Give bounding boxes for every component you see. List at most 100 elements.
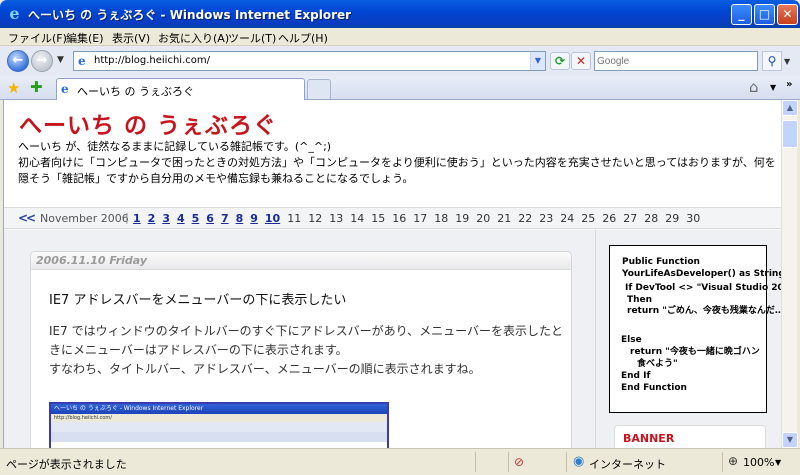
url-field[interactable]: e http://blog.heiichi.com/ ▼ — [73, 51, 546, 71]
calendar-separator: | — [125, 211, 129, 224]
post-title[interactable]: IE7 アドレスバーをメニューバーの下に表示したい — [49, 289, 346, 308]
tab-label: へーいち の うぇぶろぐ — [77, 85, 194, 98]
search-options-dropdown[interactable]: ▼ — [784, 57, 790, 66]
calendar-day: 18 — [434, 212, 449, 225]
blog-post: 2006.11.10 Friday IE7 アドレスバーをメニューバーの下に表示… — [30, 251, 572, 448]
scroll-down-button[interactable]: ▼ — [782, 432, 798, 448]
zoom-level[interactable]: 100% — [743, 456, 774, 469]
calendar-day-link[interactable]: 8 — [236, 212, 244, 225]
window-title: へーいち の うぇぶろぐ - Windows Internet Explorer — [28, 8, 352, 22]
menu-file[interactable]: ファイル(F) — [8, 30, 67, 46]
banner-heading: BANNER — [623, 432, 675, 445]
calendar-day-link[interactable]: 7 — [221, 212, 229, 225]
calendar-day: 26 — [602, 212, 617, 225]
forward-arrow-icon: → — [36, 53, 48, 68]
status-bar: ページが表示されました ⊘ ◉ インターネット ⊕ 100% ▼ — [0, 448, 800, 475]
url-dropdown-button[interactable]: ▼ — [530, 52, 545, 70]
menu-favorites[interactable]: お気に入り(A) — [158, 30, 229, 46]
code-line: End Function — [621, 383, 687, 393]
maximize-button[interactable]: □ — [754, 4, 775, 25]
scroll-thumb[interactable] — [782, 120, 798, 148]
calendar-day: 28 — [644, 212, 659, 225]
calendar-day: 15 — [371, 212, 386, 225]
title-bar[interactable]: e へーいち の うぇぶろぐ - Windows Internet Explor… — [0, 0, 800, 28]
banner-box: BANNER — [614, 425, 766, 448]
code-line: Else — [621, 335, 642, 345]
scroll-up-button[interactable]: ▲ — [782, 100, 798, 116]
description-line: へーいち が、徒然なるままに記録している雑記帳です。(^_^;) — [18, 140, 332, 153]
code-line: YourLifeAsDeveloper() as String — [622, 269, 781, 279]
forward-button[interactable]: → — [31, 50, 53, 72]
tab-blog[interactable]: e へーいち の うぇぶろぐ — [56, 78, 305, 100]
status-divider — [508, 452, 509, 472]
thumb-url: http://blog.heiichi.com/ — [51, 414, 387, 422]
recent-pages-dropdown[interactable]: ▼ — [57, 55, 64, 65]
sidebar: Public Function YourLifeAsDeveloper() as… — [595, 230, 781, 448]
code-line: If DevTool <> "Visual Studio 2005" — [625, 283, 781, 293]
close-button[interactable]: ✕ — [777, 4, 798, 25]
calendar-month: November 2006 — [40, 212, 129, 225]
status-divider — [566, 452, 567, 472]
calendar-day: 25 — [581, 212, 596, 225]
post-date-bar: 2006.11.10 Friday — [31, 252, 571, 270]
back-button[interactable]: ← — [7, 50, 29, 72]
calendar-days: 1 2 3 4 5 6 7 8 9 10 11 12 13 14 15 16 17 18 19 20 21 22 23 24 2… — [133, 212, 707, 225]
search-field[interactable] — [594, 51, 758, 71]
vertical-scrollbar[interactable]: ▲ ▼ — [781, 100, 798, 448]
post-body-line: すなわち、タイトルバー、アドレスバー、メニューバーの順に表示されますね。 — [49, 362, 481, 376]
search-button[interactable]: ⚲ — [762, 51, 782, 71]
menu-view[interactable]: 表示(V) — [112, 30, 150, 46]
status-divider — [475, 452, 476, 472]
stop-button[interactable]: ✕ — [571, 52, 591, 70]
calendar-day-link[interactable]: 10 — [265, 212, 280, 225]
zoom-icon[interactable]: ⊕ — [728, 454, 738, 468]
new-tab-button[interactable] — [307, 79, 331, 99]
search-icon: ⚲ — [767, 54, 777, 68]
calendar-day-link[interactable]: 2 — [148, 212, 156, 225]
privacy-report-icon[interactable]: ⊘ — [514, 455, 524, 469]
code-line: 食べよう" — [637, 359, 678, 369]
calendar-day: 20 — [476, 212, 491, 225]
home-dropdown[interactable]: ▼ — [770, 83, 776, 92]
post-date: 2006.11.10 Friday — [36, 254, 148, 267]
blog-description: へーいち が、徒然なるままに記録している雑記帳です。(^_^;) 初心者向けに「… — [18, 139, 778, 187]
calendar-day: 27 — [623, 212, 638, 225]
status-message: ページが表示されました — [6, 458, 127, 471]
menu-help[interactable]: ヘルプ(H) — [278, 30, 328, 46]
calendar-day-link[interactable]: 5 — [192, 212, 200, 225]
home-icon[interactable]: ⌂ — [749, 78, 759, 96]
calendar-day-link[interactable]: 6 — [206, 212, 214, 225]
favorites-star-icon[interactable]: ★ — [7, 79, 20, 97]
calendar-day: 21 — [497, 212, 512, 225]
calendar-day: 14 — [350, 212, 365, 225]
calendar-day: 11 — [287, 212, 302, 225]
blog-title[interactable]: へーいち の うぇぶろぐ — [19, 106, 277, 140]
thumb-toolbar — [51, 422, 387, 432]
post-body-line: きにメニューバーはアドレスバーの下に表示されます。 — [49, 343, 348, 357]
menu-bar: ファイル(F) 編集(E) 表示(V) お気に入り(A) ツール(T) ヘルプ(… — [0, 28, 800, 46]
page-icon: e — [61, 82, 69, 96]
calendar-day: 19 — [455, 212, 470, 225]
zoom-dropdown[interactable]: ▼ — [775, 458, 781, 467]
minimize-button[interactable]: _ — [731, 4, 752, 25]
refresh-button[interactable]: ⟳ — [550, 52, 570, 70]
add-favorites-icon[interactable]: ✚ — [30, 78, 43, 96]
page-content: へーいち の うぇぶろぐ へーいち が、徒然なるままに記録している雑記帳です。(… — [3, 100, 781, 448]
calendar-day-link[interactable]: 9 — [250, 212, 258, 225]
prev-month-link[interactable]: << — [18, 211, 36, 225]
calendar-day-link[interactable]: 1 — [133, 212, 141, 225]
calendar-day-link[interactable]: 4 — [177, 212, 185, 225]
toolbar-overflow-button[interactable]: » — [786, 79, 792, 90]
search-input[interactable] — [597, 53, 757, 69]
address-bar: ← → ▼ e http://blog.heiichi.com/ ▼ ⟳ ✕ ⚲… — [0, 46, 800, 76]
tab-bar: ★ ✚ e へーいち の うぇぶろぐ ⌂ ▼ » — [0, 76, 800, 100]
calendar-day: 29 — [665, 212, 680, 225]
security-zone-label[interactable]: インターネット — [589, 456, 666, 472]
menu-edit[interactable]: 編集(E) — [66, 30, 104, 46]
menu-tools[interactable]: ツール(T) — [228, 30, 276, 46]
calendar-day-link[interactable]: 3 — [162, 212, 170, 225]
code-line: Then — [627, 295, 653, 305]
back-arrow-icon: ← — [12, 53, 24, 68]
internet-zone-icon: ◉ — [573, 454, 585, 469]
calendar-day: 16 — [392, 212, 407, 225]
